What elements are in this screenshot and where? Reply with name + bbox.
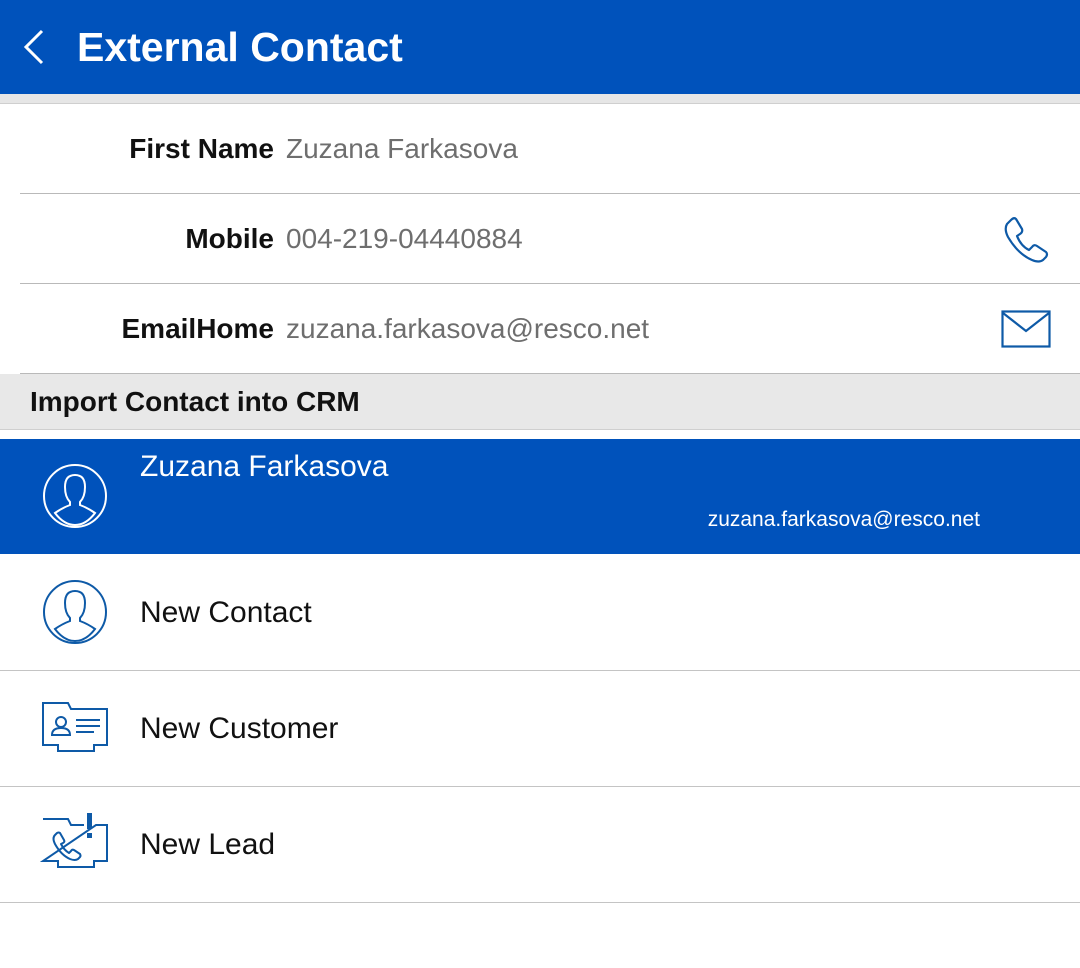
action-label: New Customer: [140, 712, 339, 745]
field-mobile: Mobile 004-219-04440884: [20, 194, 1080, 284]
lead-phone-icon: [40, 811, 110, 877]
field-email-home: EmailHome zuzana.farkasova@resco.net: [20, 284, 1080, 374]
selected-contact-name: Zuzana Farkasova: [140, 450, 389, 483]
field-label: EmailHome: [121, 313, 275, 344]
page-title: External Contact: [77, 24, 403, 70]
field-value[interactable]: zuzana.farkasova@resco.net: [286, 284, 649, 373]
field-value[interactable]: Zuzana Farkasova: [286, 104, 518, 193]
contact-avatar-icon: [40, 579, 110, 645]
new-customer-button[interactable]: New Customer: [0, 671, 1080, 787]
field-label: First Name: [129, 133, 274, 164]
business-card-icon: [40, 695, 110, 761]
action-label: New Contact: [140, 596, 312, 629]
field-first-name: First Name Zuzana Farkasova: [20, 104, 1080, 194]
field-value[interactable]: 004-219-04440884: [286, 194, 523, 283]
call-button[interactable]: [1000, 213, 1052, 265]
app-header: External Contact: [0, 0, 1080, 94]
selected-contact-email: zuzana.farkasova@resco.net: [707, 508, 980, 531]
section-title: Import Contact into CRM: [30, 386, 360, 417]
import-section-header: Import Contact into CRM: [0, 374, 1080, 430]
new-lead-button[interactable]: New Lead: [0, 787, 1080, 903]
phone-icon: [1002, 215, 1050, 263]
contact-avatar-icon: [42, 463, 108, 529]
chevron-left-icon: [22, 27, 46, 67]
header-divider: [0, 94, 1080, 104]
new-contact-button[interactable]: New Contact: [0, 555, 1080, 671]
selected-contact-row[interactable]: Zuzana Farkasova zuzana.farkasova@resco.…: [0, 439, 1080, 554]
action-label: New Lead: [140, 828, 276, 861]
mail-icon: [1001, 310, 1051, 348]
email-button[interactable]: [1000, 303, 1052, 355]
back-button[interactable]: [14, 22, 54, 72]
field-label: Mobile: [185, 223, 274, 254]
